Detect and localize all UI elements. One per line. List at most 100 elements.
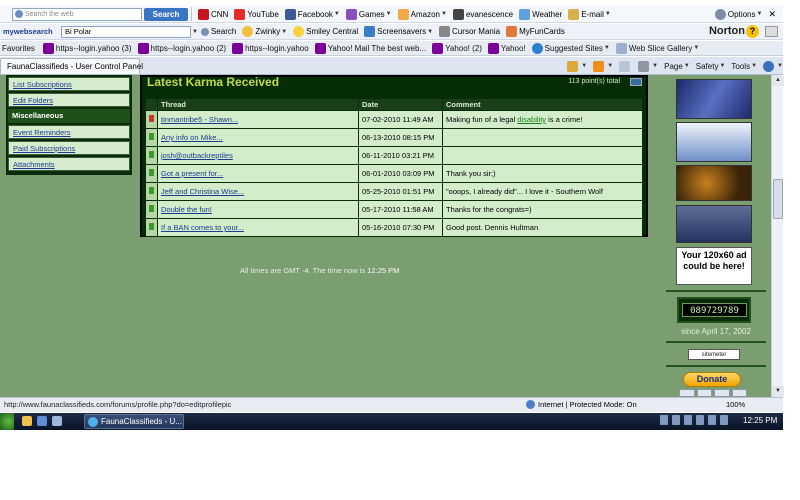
ad-banner-image[interactable]	[676, 79, 752, 119]
myfuncards-button[interactable]: MyFunCards	[503, 24, 568, 39]
karma-table: Thread Date Comment tinmantribe5 - Shawn…	[145, 98, 643, 237]
mywebsearch-input[interactable]: Bi Polar	[61, 25, 191, 38]
zoom-level[interactable]: 100%	[726, 400, 745, 409]
smiley-central-button[interactable]: Smiley Central	[290, 24, 361, 39]
norton-logo[interactable]: Norton	[709, 25, 745, 37]
tab-faunaclassifieds[interactable]: FaunaClassifieds - User Control Panel	[0, 57, 143, 74]
status-bar: http://www.faunaclassifieds.com/forums/p…	[0, 397, 783, 412]
tray-icon[interactable]	[672, 415, 680, 425]
tray-icon[interactable]	[708, 415, 716, 425]
norton-menu-button[interactable]	[765, 26, 778, 37]
tools-menu[interactable]: Tools ▼	[731, 62, 757, 71]
sitemeter-badge[interactable]: sitemeter	[688, 349, 740, 360]
help-menu[interactable]: ▼	[763, 60, 783, 72]
web-slice-gallery-link[interactable]: Web Slice Gallery ▼	[615, 42, 699, 54]
thread-link[interactable]: Jeff and Christina Wise...	[161, 187, 244, 196]
status-url: http://www.faunaclassifieds.com/forums/p…	[4, 400, 232, 409]
karma-comment: Thank you sir;)	[442, 164, 643, 183]
mywebsearch-search-button[interactable]: Search	[198, 24, 239, 39]
screensavers-button[interactable]: Screensavers ▼	[361, 24, 436, 39]
tray-icon[interactable]	[660, 415, 668, 425]
donate-button[interactable]: Donate	[683, 372, 741, 387]
thread-link[interactable]: Any info on Mike...	[161, 133, 223, 142]
favorite-link[interactable]: Yahoo! Mail The best web...	[314, 42, 426, 54]
card-icon	[696, 389, 712, 397]
scroll-down-arrow[interactable]: ▼	[772, 386, 784, 397]
favorites-button[interactable]: Favorites	[2, 44, 35, 53]
suggested-sites-link[interactable]: Suggested Sites ▼	[531, 42, 610, 54]
web-search-input[interactable]: Search the web	[12, 7, 142, 21]
ad-banner-image[interactable]	[676, 122, 752, 162]
favorite-link[interactable]: https--login.yahoo (3)	[42, 42, 132, 54]
home-icon[interactable]	[567, 60, 579, 72]
favorite-link[interactable]: Yahoo! (2)	[432, 42, 482, 54]
negative-karma-icon	[149, 115, 154, 122]
yahoo-icon	[232, 42, 244, 54]
karma-comment: Good post. Dennis Hultman	[442, 218, 643, 237]
divider	[666, 341, 766, 343]
start-button[interactable]	[0, 413, 14, 430]
positive-karma-icon	[149, 169, 154, 176]
evanescence-button[interactable]: evanescence	[450, 7, 516, 22]
print-icon[interactable]	[638, 60, 650, 72]
sidebar-item-list-subscriptions[interactable]: List Subscriptions	[8, 77, 130, 91]
sidebar-heading-miscellaneous: Miscellaneous	[8, 109, 130, 123]
search-button[interactable]: Search	[144, 7, 188, 21]
sidebar-item-edit-folders[interactable]: Edit Folders	[8, 93, 130, 107]
mail-icon[interactable]	[619, 60, 631, 72]
thread-link[interactable]: josh@outbackreptiles	[161, 151, 233, 160]
collapse-icon[interactable]	[630, 78, 642, 86]
vertical-scrollbar[interactable]: ▲ ▼	[771, 75, 784, 397]
weather-button[interactable]: Weather	[516, 7, 565, 22]
separator	[191, 7, 192, 21]
hit-counter: 089729789	[677, 297, 751, 323]
positive-karma-icon	[149, 187, 154, 194]
games-button[interactable]: Games ▼	[343, 7, 395, 22]
sidebar-item-attachments[interactable]: Attachments	[8, 157, 130, 171]
tray-icon[interactable]	[696, 415, 704, 425]
zwinky-button[interactable]: Zwinky ▼	[239, 24, 290, 39]
sidebar-item-paid-subscriptions[interactable]: Paid Subscriptions	[8, 141, 130, 155]
youtube-button[interactable]: YouTube	[231, 7, 281, 22]
search-icon	[200, 27, 209, 36]
ie-icon[interactable]	[37, 416, 47, 426]
folder-icon[interactable]	[22, 416, 32, 426]
cursor-mania-button[interactable]: Cursor Mania	[436, 24, 503, 39]
yahoo-icon	[42, 42, 54, 54]
favorite-link[interactable]: https--login.yahoo	[232, 42, 309, 54]
scroll-thumb[interactable]	[773, 179, 783, 219]
email-button[interactable]: E-mail ▼	[565, 7, 614, 22]
divider	[666, 290, 766, 292]
help-icon[interactable]: ?	[746, 25, 759, 38]
ad-banner-image[interactable]	[676, 165, 752, 201]
cnn-icon	[198, 8, 209, 20]
safety-menu[interactable]: Safety ▼	[696, 62, 726, 71]
cnn-button[interactable]: CNN	[195, 7, 231, 22]
favorite-link[interactable]: https--login.yahoo (2)	[137, 42, 226, 54]
ad-banner-image[interactable]	[676, 205, 752, 243]
tray-icon[interactable]	[684, 415, 692, 425]
taskbar-window-button[interactable]: FaunaClassifieds - U...	[84, 414, 184, 429]
yahoo-icon	[137, 42, 149, 54]
security-zone[interactable]: Internet | Protected Mode: On	[538, 400, 637, 409]
email-icon	[568, 8, 580, 20]
thread-link[interactable]: Double the fun!	[161, 205, 212, 214]
page-menu[interactable]: Page ▼	[664, 62, 690, 71]
close-toolbar-button[interactable]: ✕	[765, 7, 779, 22]
thread-link[interactable]: tinmantribe5 - Shawn...	[161, 115, 238, 124]
keyword-link[interactable]: disability	[517, 115, 546, 124]
rss-icon[interactable]	[593, 60, 605, 72]
favorite-link[interactable]: Yahoo!	[487, 42, 526, 54]
sidebar-item-event-reminders[interactable]: Event Reminders	[8, 125, 130, 139]
volume-icon[interactable]	[720, 415, 728, 425]
table-row: Double the fun! 05-17-2010 11:58 AM Thanks…	[145, 200, 643, 219]
desktop-icon[interactable]	[52, 416, 62, 426]
amazon-button[interactable]: Amazon ▼	[395, 7, 450, 22]
scroll-up-arrow[interactable]: ▲	[772, 75, 784, 86]
facebook-button[interactable]: Facebook ▼	[282, 7, 343, 22]
card-icon	[731, 389, 747, 397]
thread-link[interactable]: Got a present for...	[161, 169, 223, 178]
options-button[interactable]: Options ▼	[712, 7, 766, 22]
thread-link[interactable]: If a BAN comes to your...	[161, 223, 244, 232]
ad-placeholder[interactable]: Your 120x60 ad could be here!	[676, 247, 752, 285]
